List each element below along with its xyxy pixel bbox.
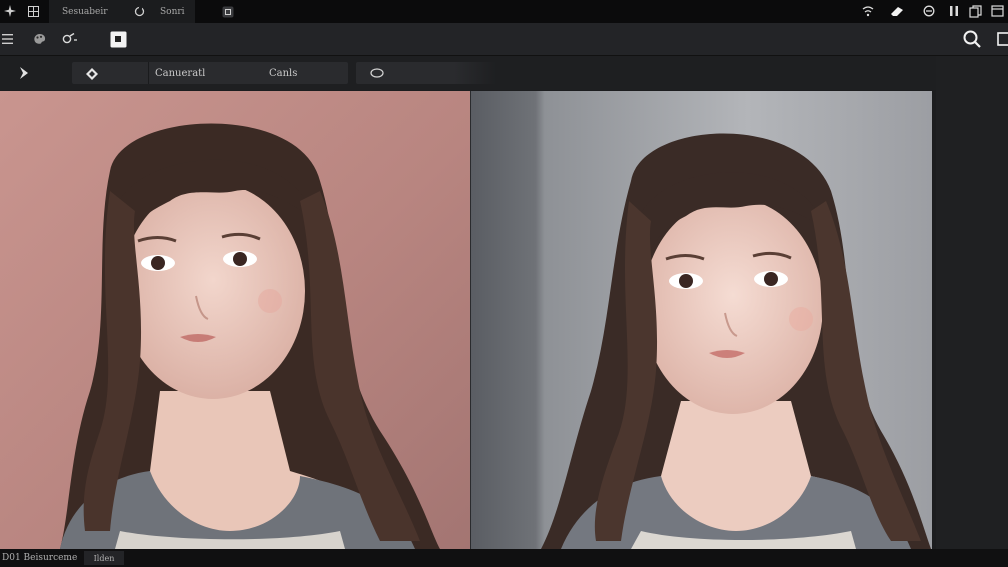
diamond-icon[interactable]: [84, 67, 100, 81]
window-icon[interactable]: [988, 3, 1006, 19]
sparkle-icon[interactable]: [2, 3, 18, 19]
divider: [148, 62, 149, 84]
preset-dropdown[interactable]: Canueratl: [155, 62, 205, 84]
wifi-icon[interactable]: [860, 3, 876, 19]
tool-options-group: [72, 62, 348, 84]
brush-icon[interactable]: [60, 31, 80, 47]
tab-label: Sesuabeir: [62, 6, 108, 17]
palette-icon[interactable]: [30, 31, 48, 47]
title-bar: Sesuabeir Sonri: [0, 0, 1008, 23]
refresh-icon[interactable]: [132, 4, 147, 19]
status-bar: D01 Beisurceme Ilden: [0, 549, 1008, 567]
search-icon[interactable]: [961, 29, 983, 49]
hamburger-menu-icon[interactable]: [0, 31, 14, 47]
mode-dropdown[interactable]: Canls: [269, 62, 297, 84]
tab-label: Sonri: [160, 6, 185, 17]
lasso-icon[interactable]: [368, 66, 386, 80]
toolbar: [0, 23, 1008, 56]
portrait-original: [0, 91, 470, 549]
portrait-edited: [471, 91, 932, 549]
canvas[interactable]: [0, 91, 932, 549]
mode-label: Canls: [269, 67, 298, 79]
settings-icon[interactable]: [921, 3, 937, 19]
zoom-text: Ilden: [93, 553, 115, 563]
portrait-left-illustration: [60, 123, 440, 549]
zoom-field[interactable]: Ilden: [84, 551, 124, 565]
portrait-right-illustration: [541, 133, 931, 549]
tab-close-icon[interactable]: [220, 4, 235, 19]
options-bar: Canueratl Canls: [0, 56, 1008, 90]
grid-icon[interactable]: [25, 3, 41, 19]
eraser-icon[interactable]: [888, 3, 906, 19]
arrow-right-icon[interactable]: [16, 65, 32, 81]
copy-icon[interactable]: [966, 3, 984, 19]
document-info: D01 Beisurceme: [2, 549, 77, 567]
document-info-text: D01 Beisurceme: [2, 553, 78, 563]
pause-icon[interactable]: [946, 3, 962, 19]
tab-sesuabeir[interactable]: Sesuabeir: [62, 0, 108, 23]
tab-sonri[interactable]: Sonri: [160, 0, 185, 23]
right-panel: [936, 56, 1008, 549]
layer-icon[interactable]: [108, 29, 128, 49]
preset-label: Canueratl: [155, 67, 206, 79]
panel-icon[interactable]: [997, 29, 1008, 49]
